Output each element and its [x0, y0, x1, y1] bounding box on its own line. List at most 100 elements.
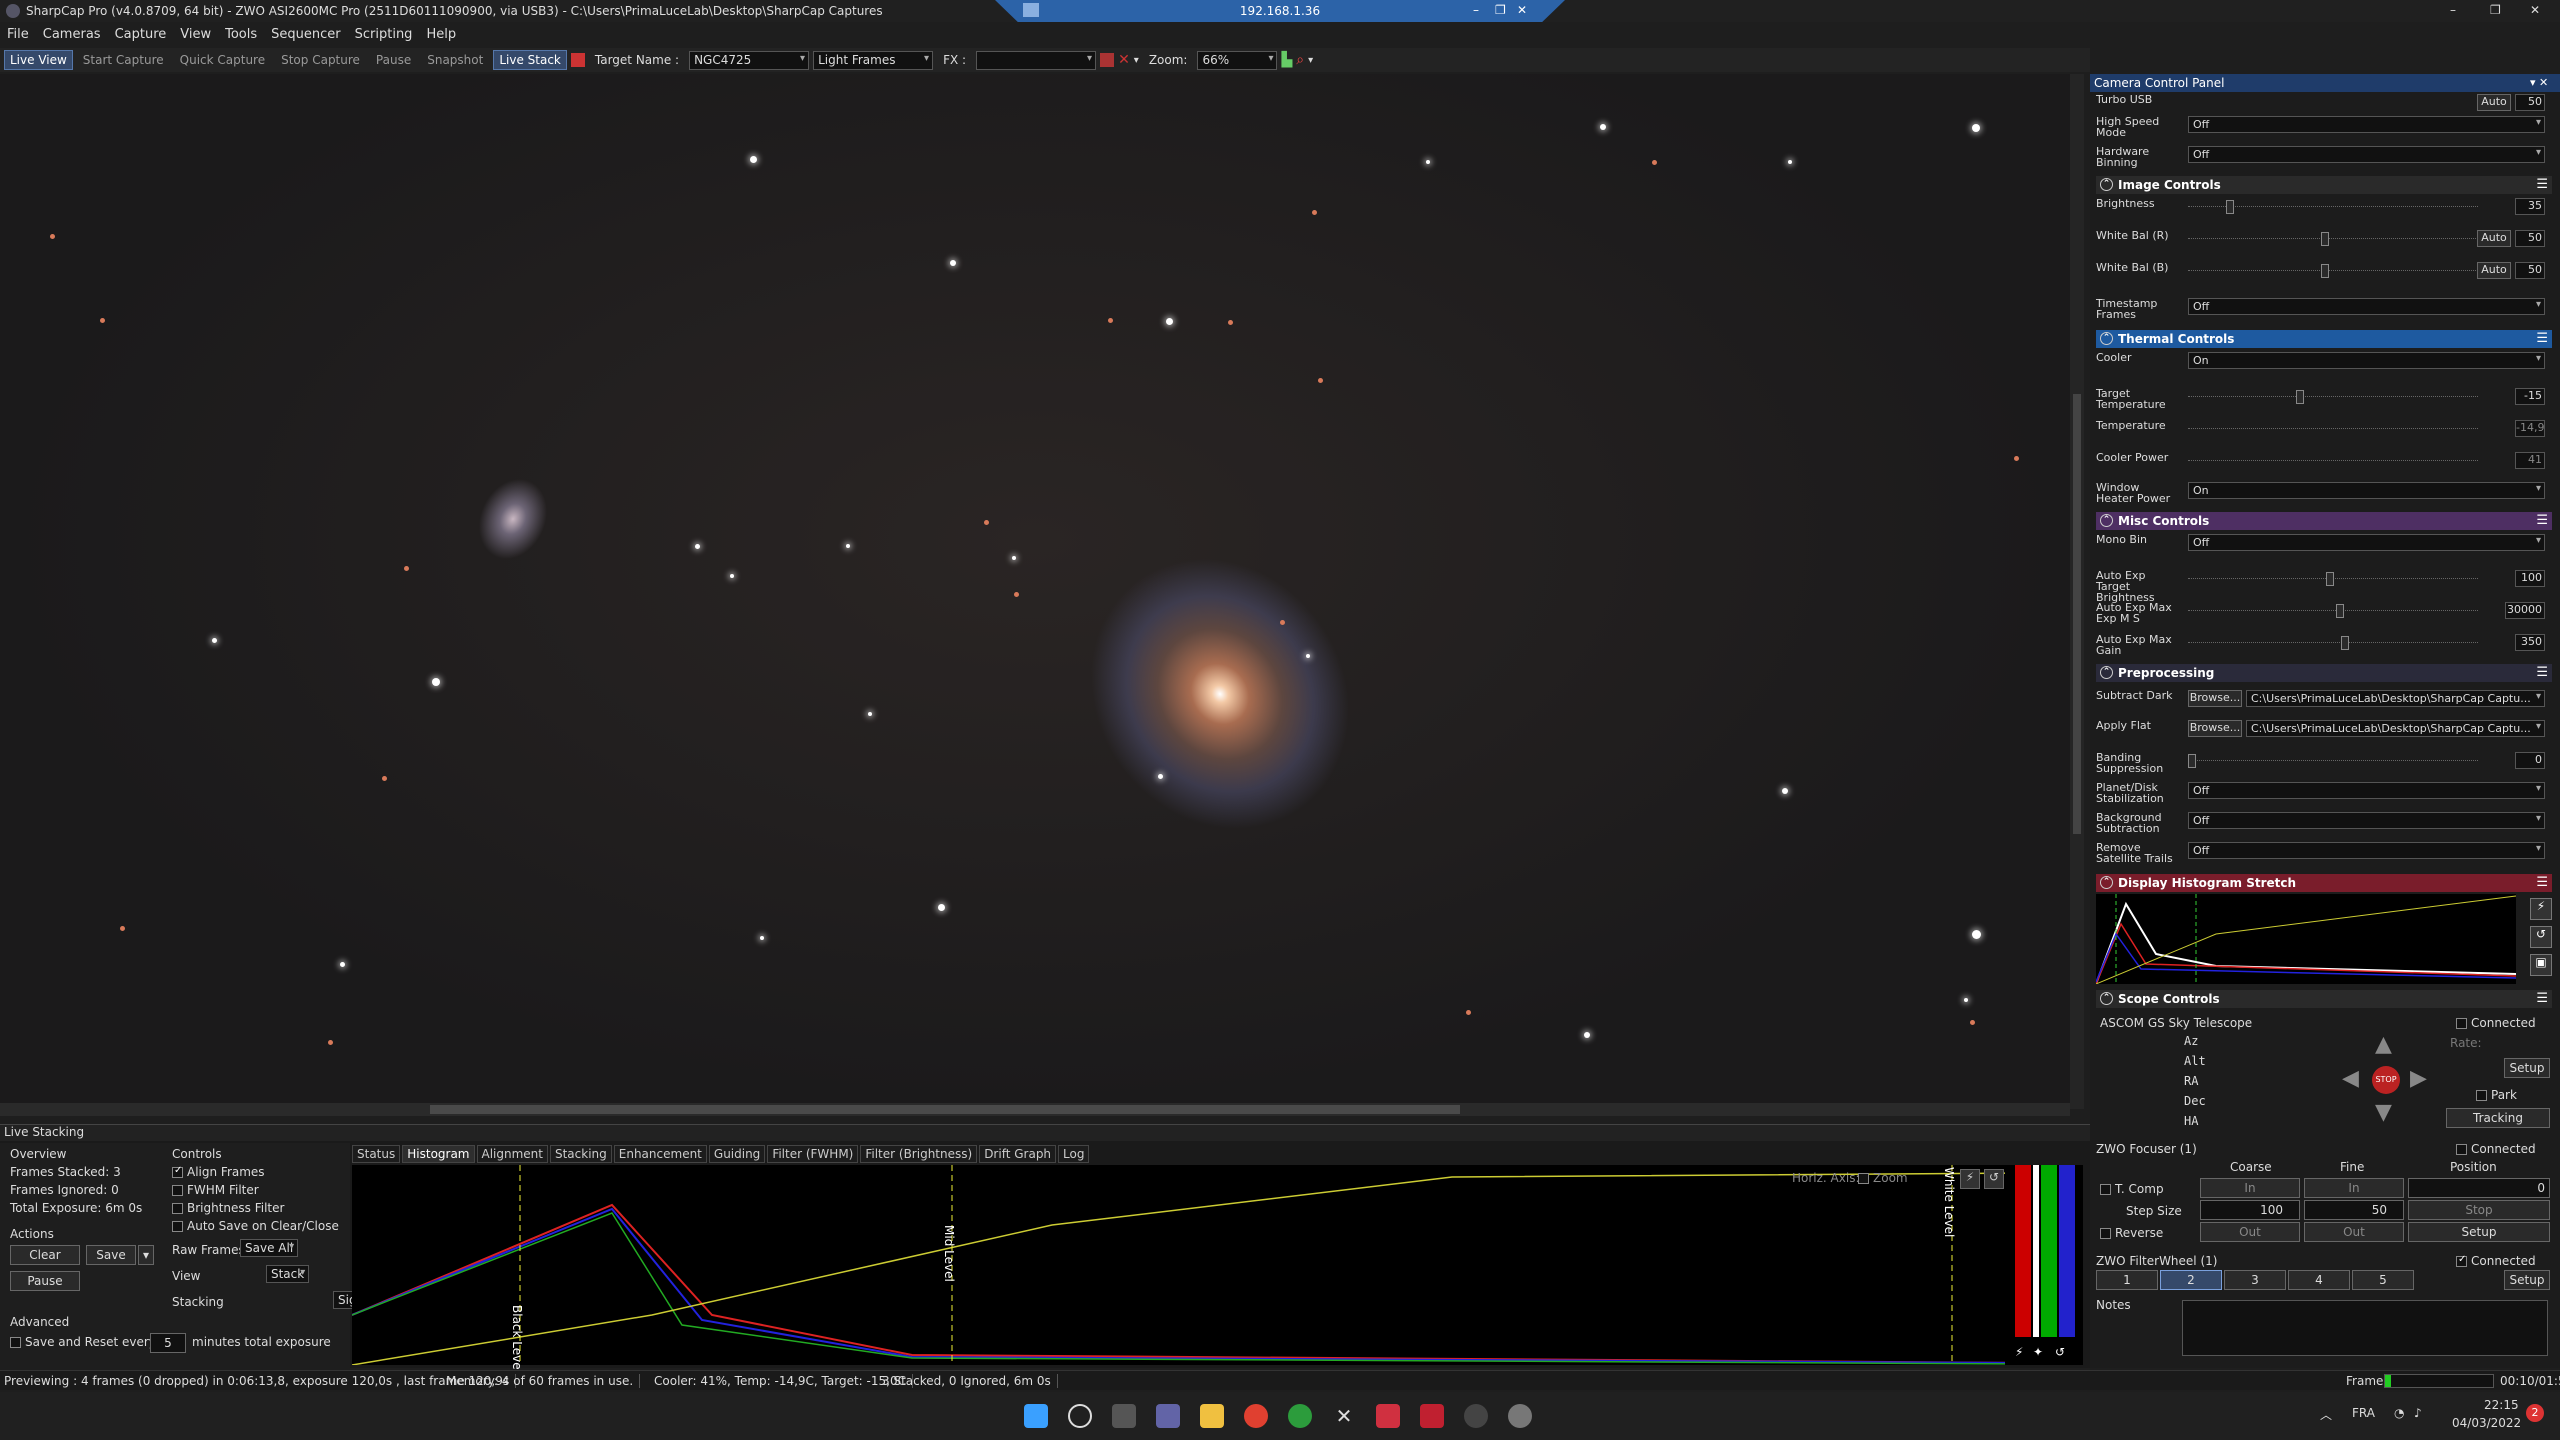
filter-slot-2[interactable]: 2 [2160, 1270, 2222, 1290]
save-dropdown-icon[interactable]: ▾ [138, 1245, 154, 1265]
menu-icon[interactable]: ☰ [2536, 875, 2548, 890]
planet-select[interactable]: Off [2188, 782, 2545, 799]
file-explorer-icon[interactable] [1200, 1404, 1224, 1428]
coarse-out-button[interactable]: Out [2200, 1222, 2300, 1242]
coarse-step-stepper[interactable]: 100 [2200, 1200, 2300, 1220]
fx-select[interactable] [976, 50, 1097, 70]
restore-icon[interactable]: ❐ [2490, 3, 2501, 17]
minimize-icon[interactable]: – [2450, 3, 2456, 17]
aetb-value[interactable]: 100 [2515, 570, 2545, 587]
focuser-setup-button[interactable]: Setup [2408, 1222, 2550, 1242]
aeme-value[interactable]: 30000 [2505, 602, 2545, 619]
browse-dark-button[interactable]: Browse... [2188, 690, 2242, 707]
stop-button[interactable]: STOP [2372, 1066, 2400, 1094]
sparkle-icon[interactable]: ✦ [2033, 1345, 2043, 1359]
scope-setup-button[interactable]: Setup [2504, 1058, 2550, 1078]
app-red-icon[interactable] [1376, 1404, 1400, 1428]
reset-small-icon[interactable]: ↺ [2055, 1345, 2065, 1359]
focuser-stop-button[interactable]: Stop [2408, 1200, 2550, 1220]
view-select[interactable]: Stack [265, 1265, 310, 1283]
arrow-right-icon[interactable]: ▶ [2410, 1066, 2427, 1091]
rdp-restore-icon[interactable]: ❐ [1495, 3, 1506, 17]
turbo-auto-button[interactable]: Auto [2477, 94, 2511, 111]
browse-flat-button[interactable]: Browse... [2188, 720, 2242, 737]
app-red2-icon[interactable] [1420, 1404, 1444, 1428]
menu-icon[interactable]: ☰ [2536, 513, 2548, 528]
target-temp-value[interactable]: -15 [2515, 388, 2545, 405]
wbb-slider[interactable] [2321, 264, 2329, 278]
clock-time[interactable]: 22:15 [2484, 1398, 2519, 1412]
brightness-filter-checkbox[interactable]: Brightness Filter [172, 1201, 284, 1215]
chat-icon[interactable] [1156, 1404, 1180, 1428]
scope-controls-section[interactable]: ⌃ Scope Controls ☰ [2096, 990, 2552, 1008]
reset-icon[interactable]: ↺ [2530, 926, 2552, 948]
zoom-checkbox[interactable]: Zoom [1858, 1171, 1908, 1185]
tracking-button[interactable]: Tracking [2446, 1108, 2550, 1128]
flat-path-select[interactable]: C:\Users\PrimaLuceLab\Desktop\SharpCap C… [2246, 720, 2545, 737]
live-view-button[interactable]: Live View [4, 50, 73, 70]
filter-slot-5[interactable]: 5 [2352, 1270, 2414, 1290]
menu-icon[interactable]: ☰ [2536, 177, 2548, 192]
preprocessing-section[interactable]: ⌃ Preprocessing ☰ [2096, 664, 2552, 682]
minutes-stepper[interactable]: 5 [150, 1333, 186, 1353]
start-capture-button[interactable]: Start Capture [77, 50, 170, 70]
bg-sub-select[interactable]: Off [2188, 812, 2545, 829]
tab-alignment[interactable]: Alignment [476, 1145, 548, 1163]
remove-fx-icon[interactable]: ✕ [1118, 52, 1130, 68]
image-controls-section[interactable]: ⌃ Image Controls ☰ [2096, 176, 2552, 194]
menu-sequencer[interactable]: Sequencer [264, 24, 347, 45]
park-checkbox[interactable]: Park [2476, 1088, 2517, 1102]
app-dark-icon[interactable] [1464, 1404, 1488, 1428]
menu-tools[interactable]: Tools [218, 24, 264, 45]
stretch-sliders[interactable]: ⚡ ✦ ↺ [2005, 1165, 2083, 1365]
aeme-slider[interactable] [2336, 604, 2344, 618]
menu-icon[interactable]: ☰ [2536, 991, 2548, 1006]
tray-chevron-icon[interactable]: ︿ [2320, 1406, 2332, 1423]
menu-file[interactable]: File [0, 24, 36, 45]
fine-in-button[interactable]: In [2304, 1178, 2404, 1198]
aetb-slider[interactable] [2326, 572, 2334, 586]
scope-connected-checkbox[interactable]: Connected [2456, 1016, 2536, 1030]
sat-trails-select[interactable]: Off [2188, 842, 2545, 859]
aemg-value[interactable]: 350 [2515, 634, 2545, 651]
chrome-icon[interactable] [1244, 1404, 1268, 1428]
mono-bin-select[interactable]: Off [2188, 534, 2545, 551]
reverse-checkbox[interactable]: Reverse [2100, 1226, 2163, 1240]
target-name-input[interactable]: NGC4725 [689, 50, 810, 70]
tab-drift-graph[interactable]: Drift Graph [979, 1145, 1057, 1163]
wbr-auto-button[interactable]: Auto [2477, 230, 2511, 247]
fw-connected-checkbox[interactable]: Connected [2456, 1254, 2536, 1268]
lightning-icon[interactable]: ⚡ [1960, 1169, 1980, 1189]
stop-capture-button[interactable]: Stop Capture [275, 50, 366, 70]
tab-status[interactable]: Status [352, 1145, 401, 1163]
arrow-left-icon[interactable]: ◀ [2342, 1066, 2359, 1091]
filter-slot-4[interactable]: 4 [2288, 1270, 2350, 1290]
banding-slider[interactable] [2188, 754, 2196, 768]
quick-capture-button[interactable]: Quick Capture [174, 50, 271, 70]
display-histogram[interactable] [2095, 894, 2517, 985]
target-temp-slider[interactable] [2296, 390, 2304, 404]
tab-histogram[interactable]: Histogram [402, 1145, 475, 1163]
wbr-value[interactable]: 50 [2515, 230, 2545, 247]
task-view-icon[interactable] [1112, 1404, 1136, 1428]
image-viewport[interactable] [0, 74, 2070, 1129]
wbb-value[interactable]: 50 [2515, 262, 2545, 279]
pause-stack-button[interactable]: Pause [10, 1271, 80, 1291]
wifi-icon[interactable]: ◔ [2394, 1406, 2404, 1420]
save-button[interactable]: Save [86, 1245, 136, 1265]
auto-save-checkbox[interactable]: Auto Save on Clear/Close [172, 1219, 339, 1233]
menu-cameras[interactable]: Cameras [36, 24, 108, 45]
menu-icon[interactable]: ☰ [2536, 665, 2548, 680]
zoom-select[interactable]: 66% [1197, 50, 1278, 70]
window-heater-select[interactable]: On [2188, 482, 2545, 499]
save-icon[interactable]: ▣ [2530, 954, 2552, 976]
stack-histogram[interactable]: Black Level Mid Level White Level Horiz.… [352, 1165, 2032, 1373]
x-app-icon[interactable]: ✕ [1332, 1404, 1356, 1428]
tab-log[interactable]: Log [1058, 1145, 1090, 1163]
wbb-auto-button[interactable]: Auto [2477, 262, 2511, 279]
menu-capture[interactable]: Capture [108, 24, 174, 45]
chevron-down-icon[interactable]: ▾ [1308, 55, 1313, 66]
language-indicator[interactable]: FRA [2352, 1406, 2375, 1420]
search-icon[interactable] [1068, 1404, 1092, 1428]
ccp-pin-icon[interactable]: ▾ ✕ [2530, 76, 2548, 89]
